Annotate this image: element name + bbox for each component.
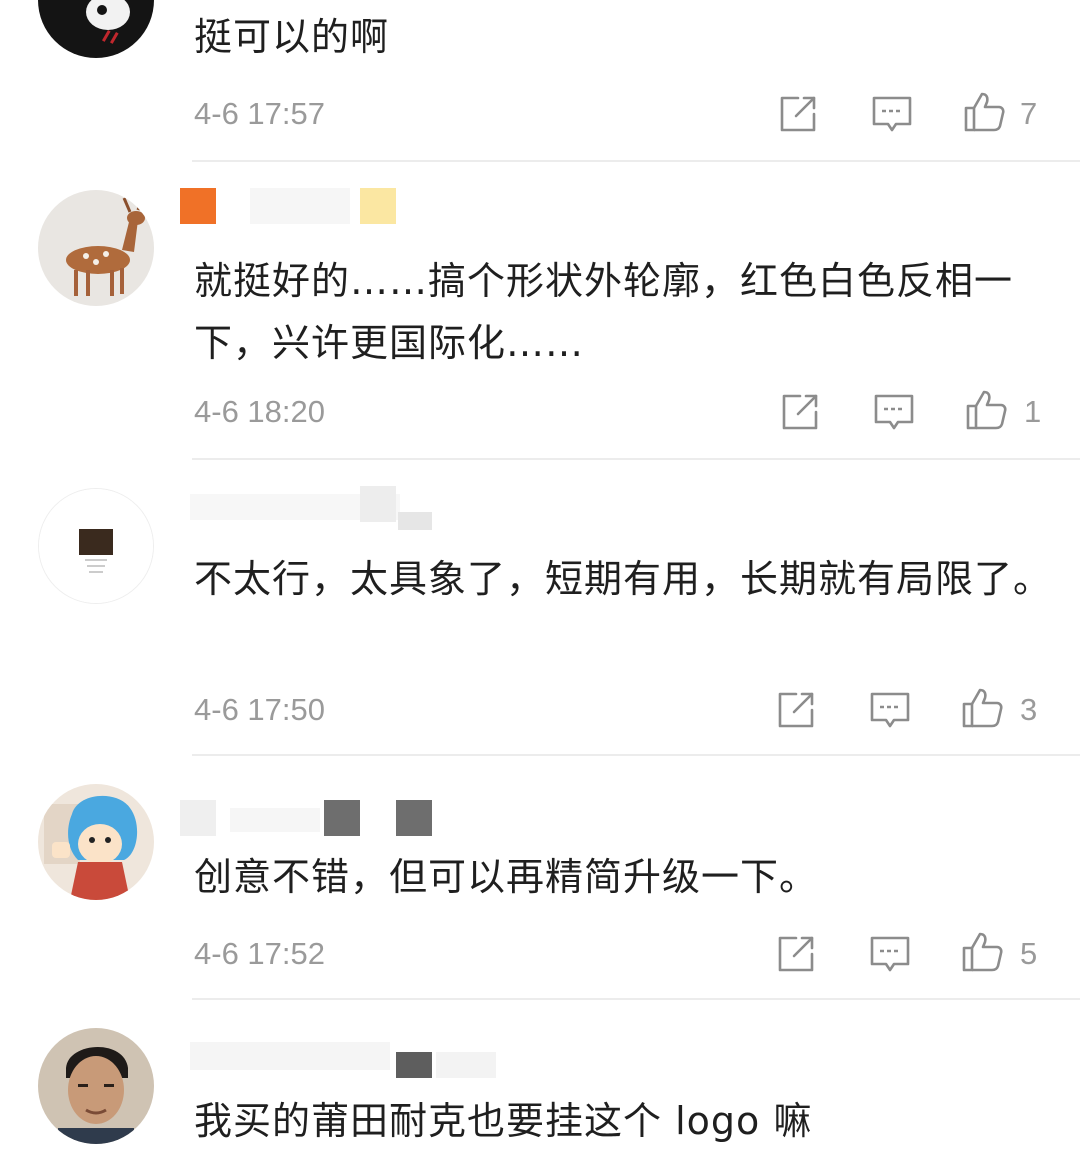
avatar[interactable]	[38, 0, 154, 58]
thumbs-up-icon[interactable]	[964, 388, 1008, 432]
avatar[interactable]	[38, 488, 154, 604]
like-count: 7	[1020, 96, 1038, 131]
comment-icon[interactable]	[872, 390, 916, 434]
avatar[interactable]	[38, 190, 154, 306]
comment-icon[interactable]	[870, 92, 914, 136]
comment-time: 4-6 17:50	[194, 692, 325, 727]
divider	[192, 160, 1080, 162]
divider	[192, 998, 1080, 1000]
comment-text: 不太行，太具象了，短期有用，长期就有局限了。	[194, 557, 1053, 601]
username-redacted[interactable]	[180, 1038, 500, 1078]
like-count: 1	[1024, 394, 1042, 429]
comment-time: 4-6 17:57	[194, 96, 325, 131]
comment-icon[interactable]	[868, 688, 912, 732]
comment-icon[interactable]	[868, 932, 912, 976]
username-redacted[interactable]	[180, 486, 510, 530]
share-icon[interactable]	[778, 390, 822, 434]
divider	[192, 754, 1080, 756]
like-count: 3	[1020, 692, 1038, 727]
thumbs-up-icon[interactable]	[960, 930, 1004, 974]
divider	[192, 458, 1080, 460]
share-icon[interactable]	[774, 932, 818, 976]
comment-time: 4-6 18:20	[194, 394, 325, 429]
comment-time: 4-6 17:52	[194, 936, 325, 971]
share-icon[interactable]	[774, 688, 818, 732]
comment-text: 创意不错，但可以再精简升级一下。	[194, 855, 819, 899]
like-count: 5	[1020, 936, 1038, 971]
comment-text: 我买的莆田耐克也要挂这个 logo 嘛	[194, 1099, 813, 1143]
thumbs-up-icon[interactable]	[960, 686, 1004, 730]
avatar[interactable]	[38, 1028, 154, 1144]
comment-text: 就挺好的……搞个形状外轮廓，红色白色反相一下，兴许更国际化……	[194, 259, 1014, 365]
avatar[interactable]	[38, 784, 154, 900]
thumbs-up-icon[interactable]	[962, 90, 1006, 134]
username-redacted[interactable]	[180, 800, 440, 840]
comment-text: 挺可以的啊	[194, 15, 390, 59]
username-redacted[interactable]	[180, 188, 420, 228]
share-icon[interactable]	[776, 92, 820, 136]
